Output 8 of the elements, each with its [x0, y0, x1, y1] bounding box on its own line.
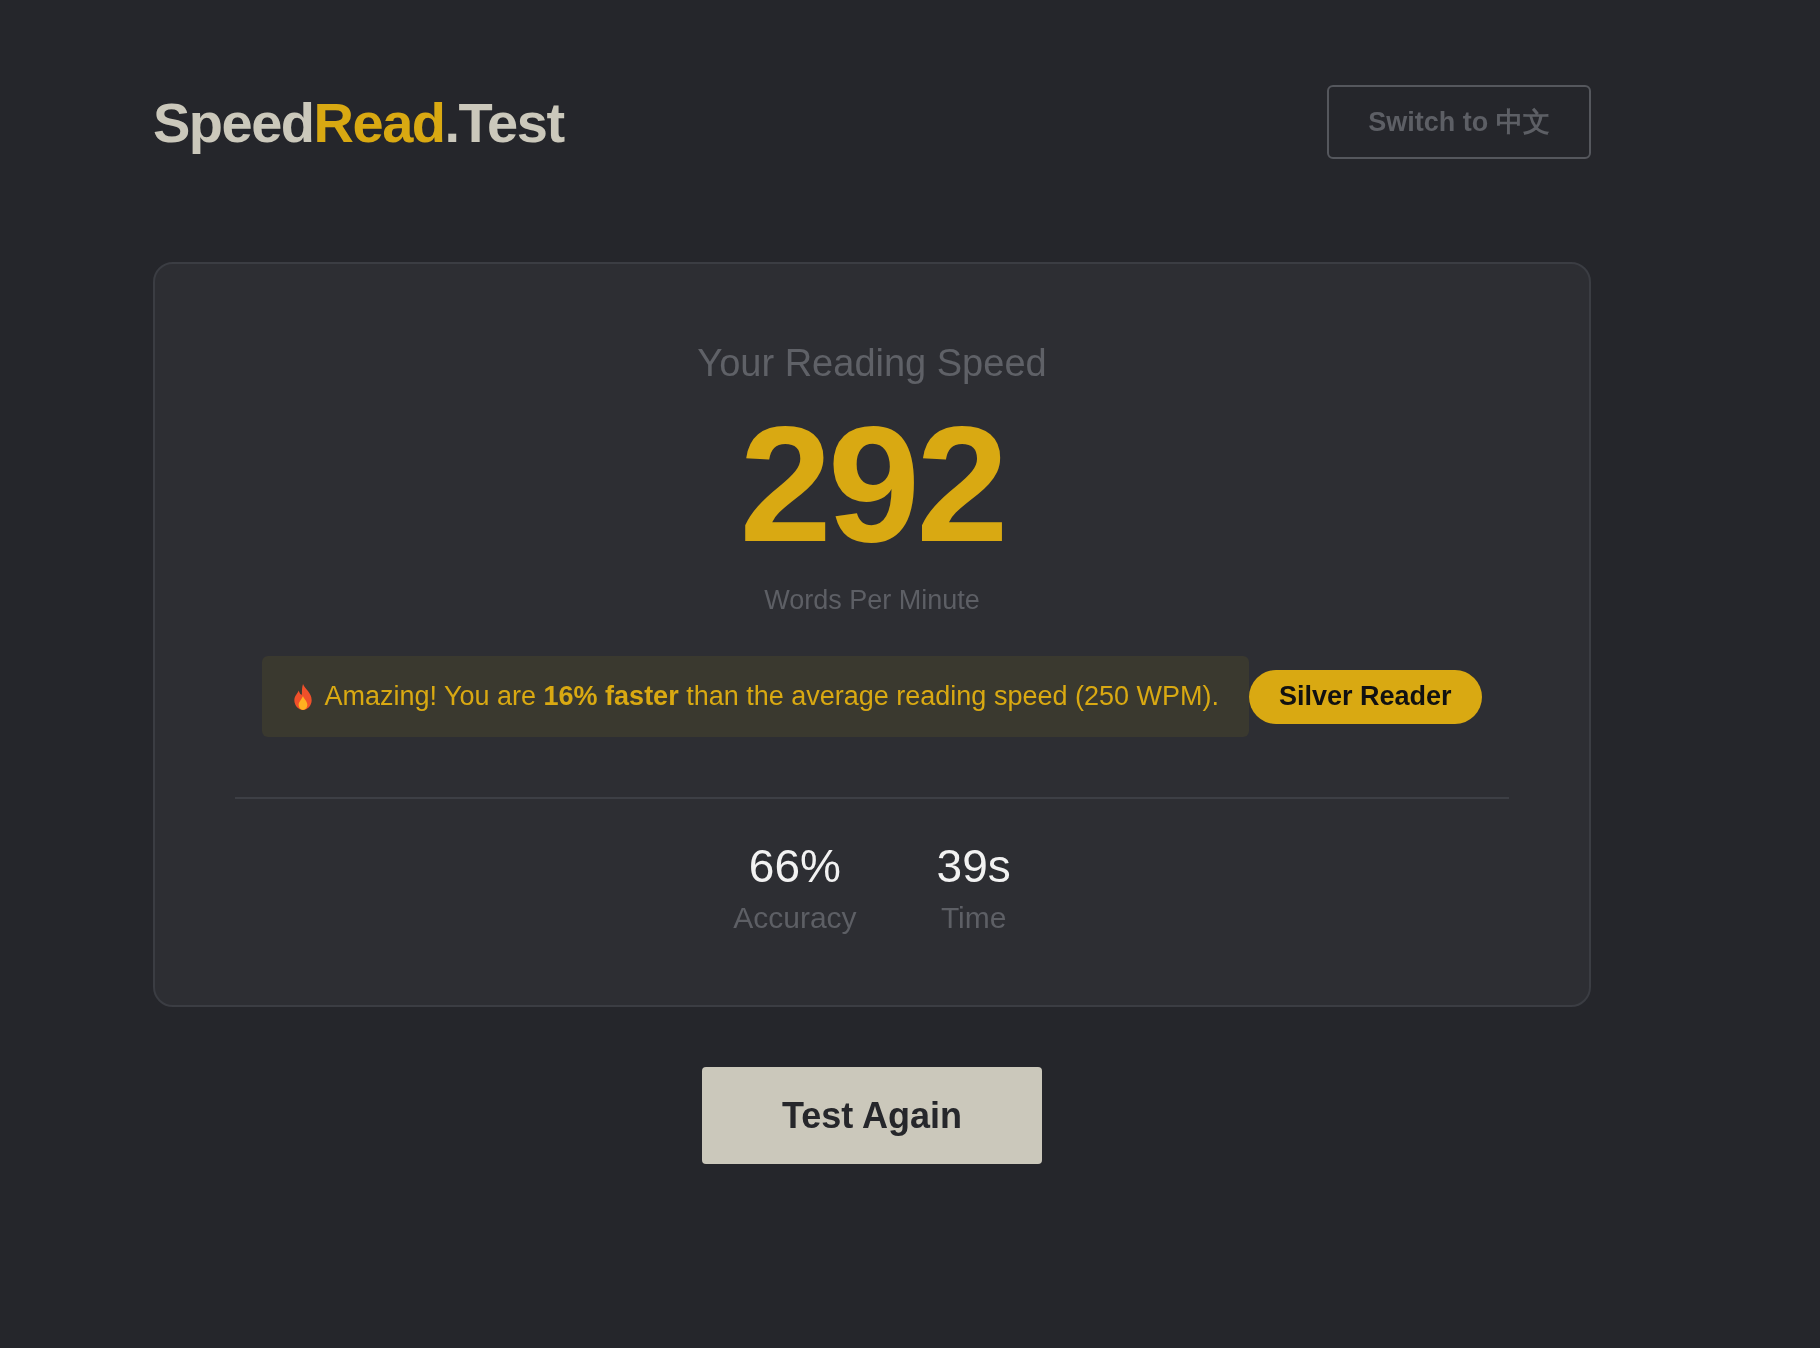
comparison-message: Amazing! You are 16% faster than the average reading speed (250 WPM). — [324, 681, 1219, 712]
stat-value: 66% — [748, 839, 841, 893]
wpm-value: 292 — [739, 401, 1005, 567]
test-again-button[interactable]: Test Again — [702, 1067, 1042, 1164]
flame-icon — [292, 683, 315, 710]
logo: SpeedRead.Test — [153, 89, 564, 155]
level-badge: Silver Reader — [1249, 669, 1482, 724]
stat-value: 39s — [936, 839, 1011, 893]
